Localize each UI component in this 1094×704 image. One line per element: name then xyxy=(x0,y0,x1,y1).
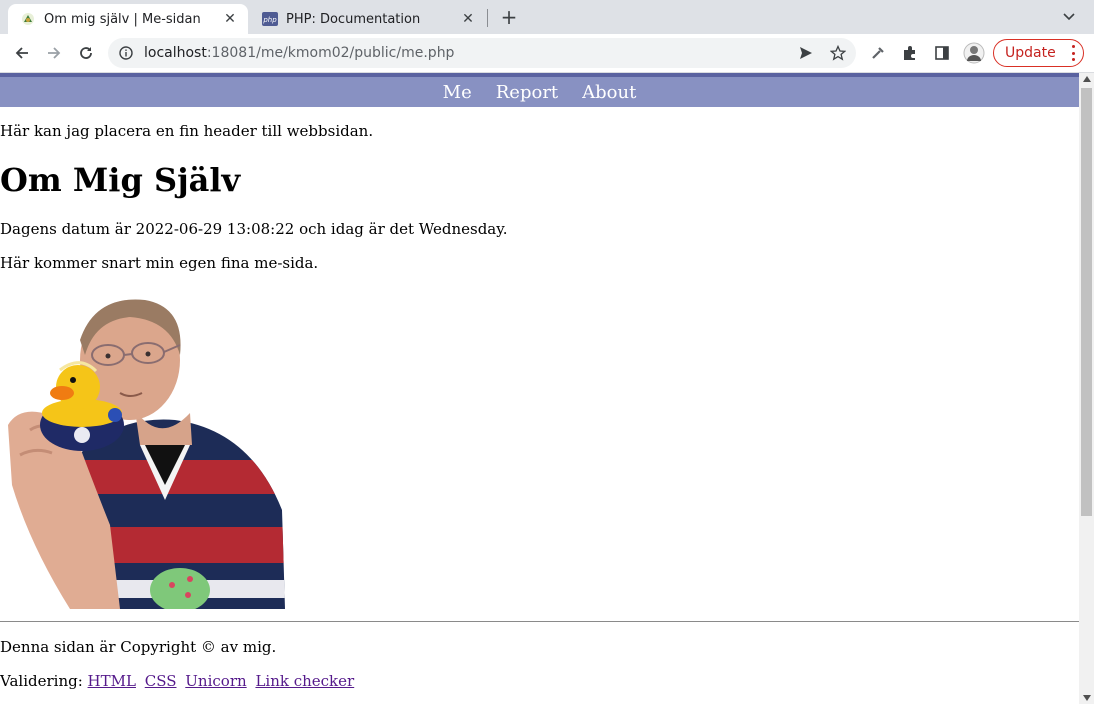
back-arrow-icon[interactable] xyxy=(10,41,34,65)
date-text: Dagens datum är 2022-06-29 13:08:22 och … xyxy=(0,220,508,238)
footer-copyright: Denna sidan är Copyright © av mig. xyxy=(0,638,277,656)
validation-link-link-checker[interactable]: Link checker xyxy=(255,672,354,690)
tab-title: PHP: Documentation xyxy=(286,11,421,27)
tab-me-sidan[interactable]: Om mig själv | Me-sidan ✕ xyxy=(8,4,248,34)
scroll-down-arrow-icon[interactable] xyxy=(1083,695,1091,701)
close-tab-icon[interactable]: ✕ xyxy=(458,9,478,29)
browser-toolbar: localhost:18081/me/kmom02/public/me.php … xyxy=(0,34,1094,73)
site-navbar: Me Report About xyxy=(0,77,1079,107)
header-text: Här kan jag placera en fin header till w… xyxy=(0,122,374,140)
nav-link-me[interactable]: Me xyxy=(443,82,472,103)
scrollbar-thumb[interactable] xyxy=(1081,88,1092,516)
validation-label: Validering: xyxy=(0,672,83,690)
leaf-favicon-icon xyxy=(20,11,36,27)
eyedropper-icon[interactable] xyxy=(866,41,890,65)
scroll-up-arrow-icon[interactable] xyxy=(1083,76,1091,82)
site-info-icon[interactable] xyxy=(117,44,135,62)
bookmark-star-icon[interactable] xyxy=(826,41,850,65)
tab-title: Om mig själv | Me-sidan xyxy=(44,11,201,27)
address-bar[interactable]: localhost:18081/me/kmom02/public/me.php xyxy=(108,38,856,68)
profile-photo xyxy=(8,299,285,609)
send-icon[interactable] xyxy=(794,41,818,65)
page-scrollbar[interactable] xyxy=(1079,73,1094,704)
validation-links: Validering: HTML CSS Unicorn Link checke… xyxy=(0,672,358,690)
validation-link-html[interactable]: HTML xyxy=(88,672,136,690)
intro-text: Här kommer snart min egen fina me-sida. xyxy=(0,254,319,272)
side-panel-icon[interactable] xyxy=(930,41,954,65)
page-viewport: Me Report About Här kan jag placera en f… xyxy=(0,73,1079,704)
php-favicon-text: php xyxy=(262,16,277,24)
chevron-down-icon[interactable] xyxy=(1058,6,1080,28)
nav-link-report[interactable]: Report xyxy=(496,82,558,103)
extensions-puzzle-icon[interactable] xyxy=(898,41,922,65)
close-tab-icon[interactable]: ✕ xyxy=(220,9,240,29)
update-label: Update xyxy=(1005,45,1056,61)
new-tab-icon[interactable]: + xyxy=(498,5,520,29)
profile-avatar-icon[interactable] xyxy=(962,41,986,65)
tab-strip: Om mig själv | Me-sidan ✕ php PHP: Docum… xyxy=(0,0,1094,34)
reload-icon[interactable] xyxy=(74,41,98,65)
url-path: :18081/me/kmom02/public/me.php xyxy=(206,45,455,61)
nav-link-about[interactable]: About xyxy=(582,82,636,103)
validation-link-css[interactable]: CSS xyxy=(145,672,177,690)
footer-divider xyxy=(0,621,1079,622)
tab-php-documentation[interactable]: php PHP: Documentation ✕ xyxy=(250,4,486,34)
update-button[interactable]: Update xyxy=(993,39,1084,67)
forward-arrow-icon[interactable] xyxy=(42,41,66,65)
url-host: localhost xyxy=(144,45,207,61)
validation-link-unicorn[interactable]: Unicorn xyxy=(185,672,246,690)
tab-separator xyxy=(487,9,488,27)
menu-dots-icon xyxy=(1071,45,1075,61)
page-title: Om Mig Själv xyxy=(0,161,241,199)
php-favicon-icon: php xyxy=(262,11,278,27)
